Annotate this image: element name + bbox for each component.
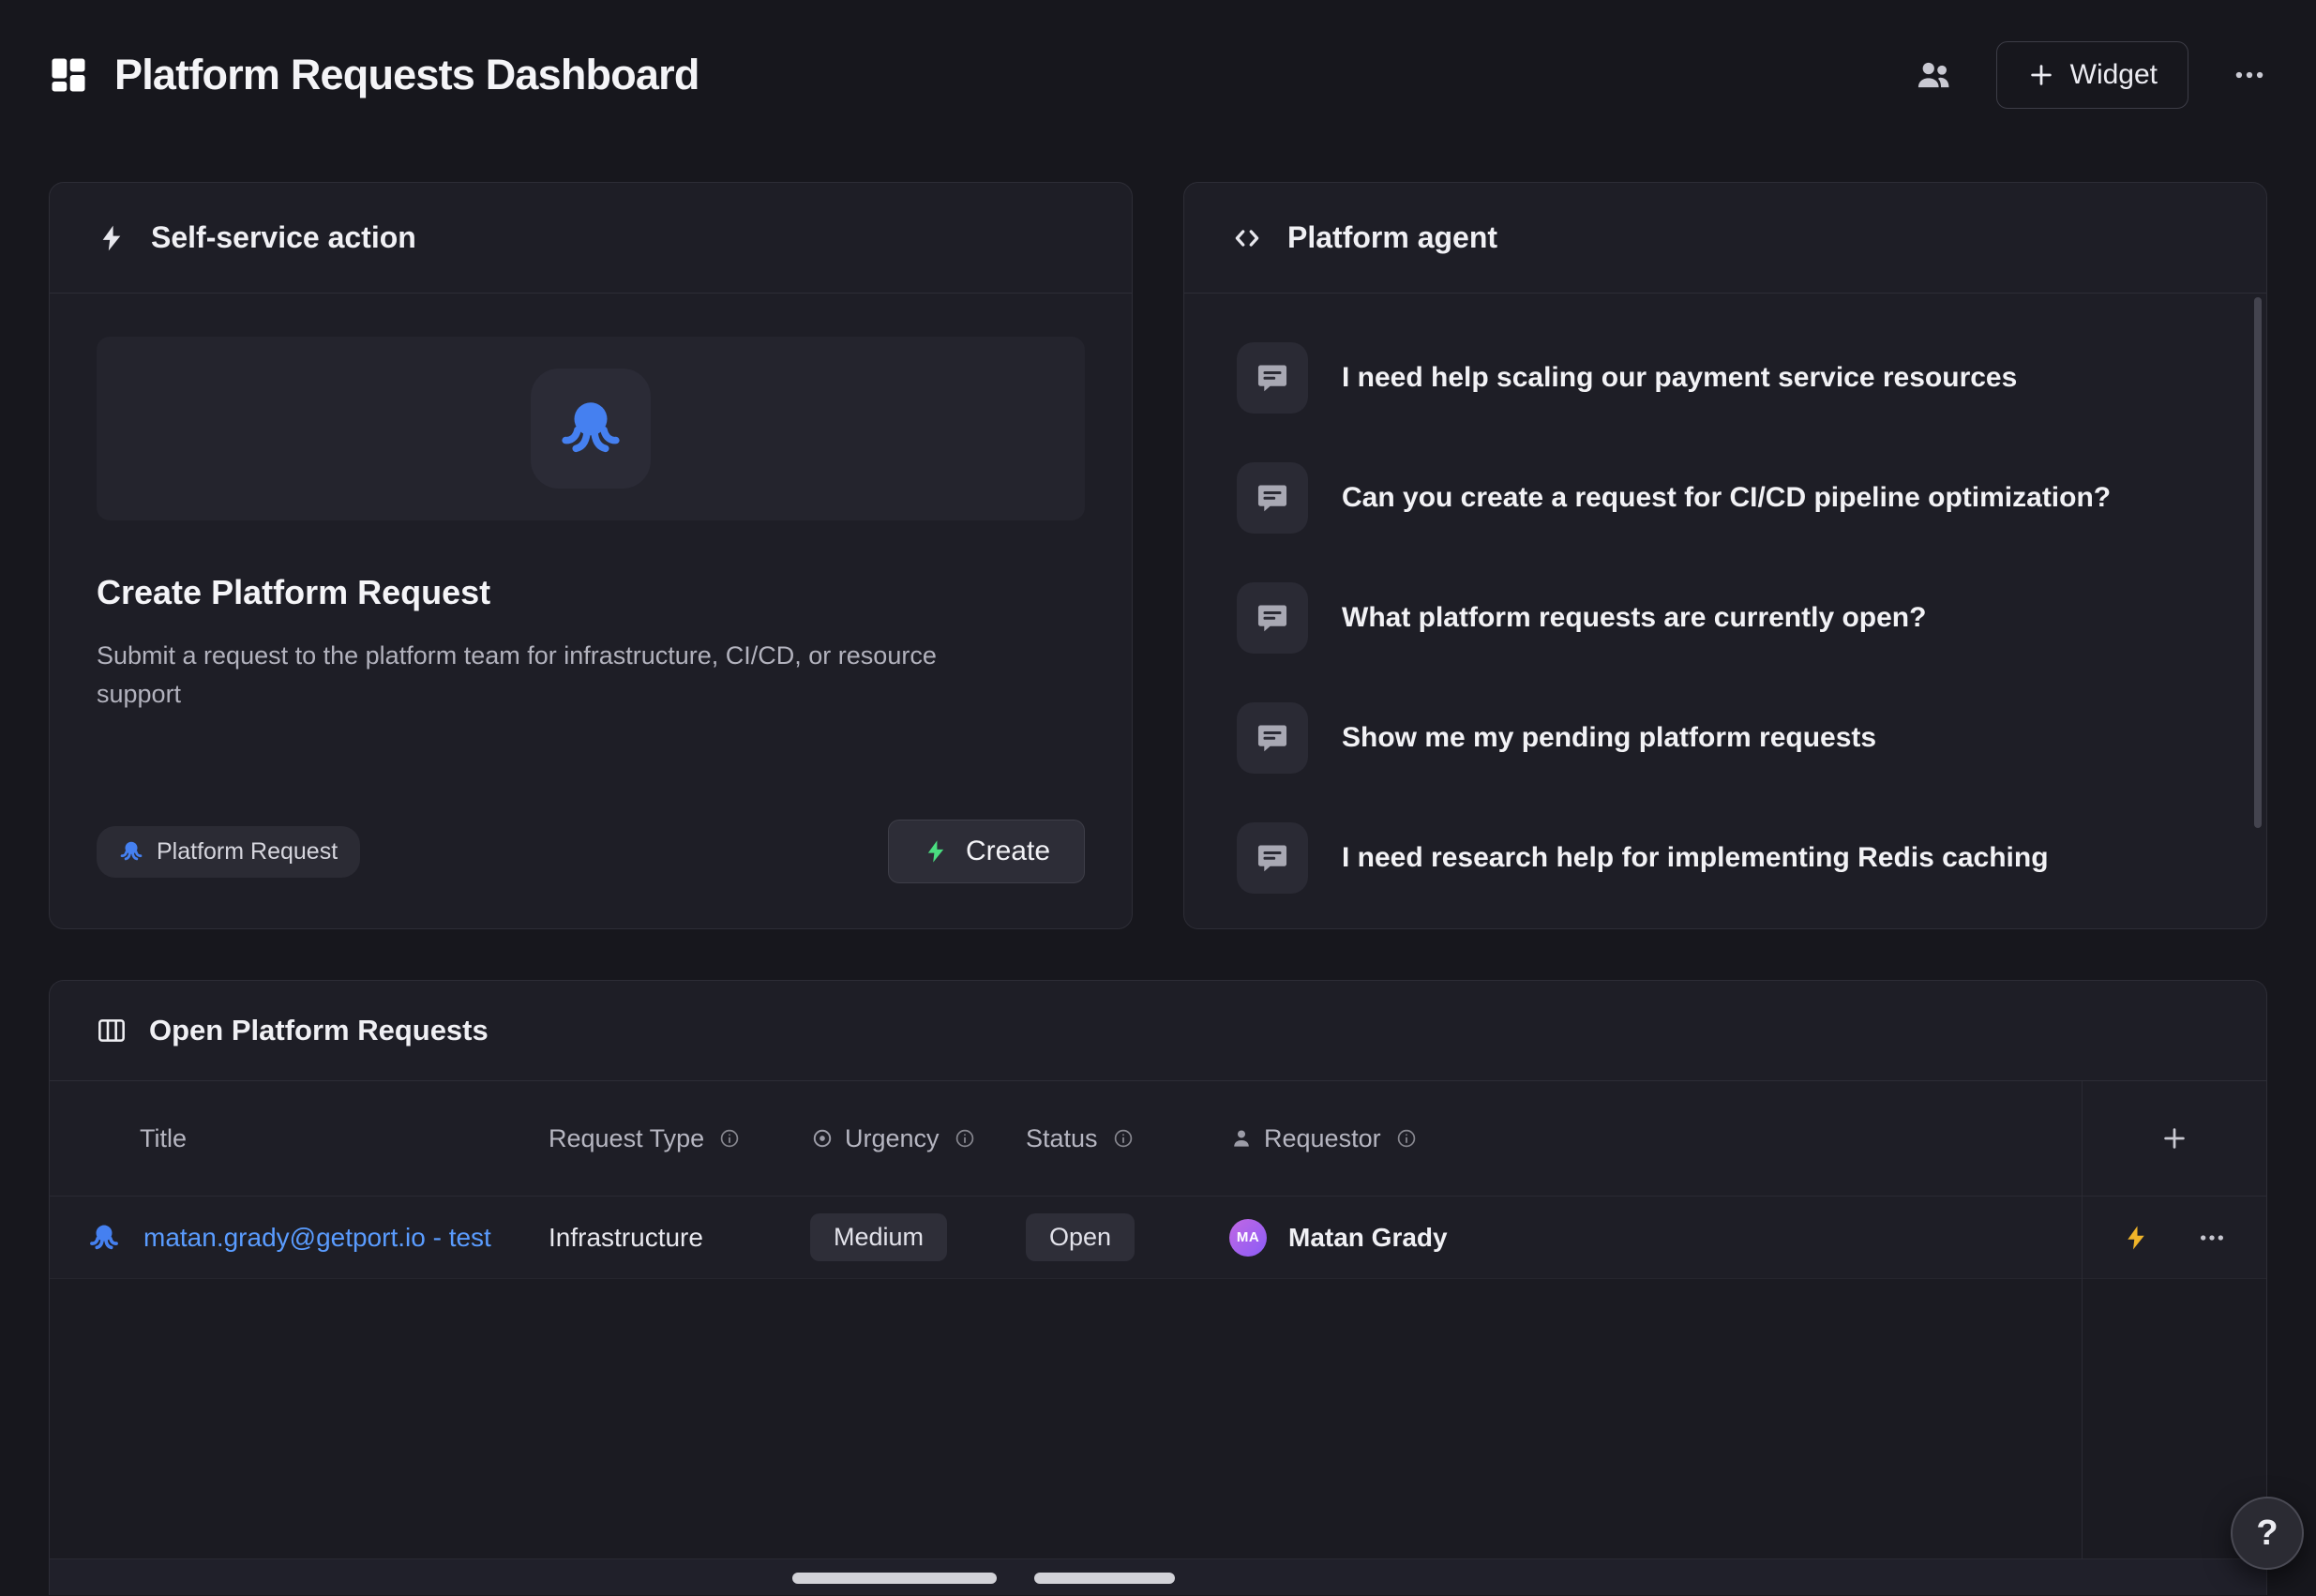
agent-suggestion-item[interactable]: What platform requests are currently ope… [1184, 558, 2266, 678]
table-icon [97, 1016, 127, 1046]
info-icon[interactable] [718, 1127, 741, 1150]
self-service-body: Create Platform Request Submit a request… [50, 294, 1132, 929]
action-preview-panel [97, 337, 1085, 520]
row-actions-cell [2083, 1223, 2266, 1253]
column-urgency-label: Urgency [845, 1124, 940, 1153]
help-button-label: ? [2256, 1513, 2278, 1554]
row-status-cell: Open [1026, 1213, 1229, 1261]
header-more-button[interactable] [2232, 57, 2267, 93]
row-request-type-cell: Infrastructure [549, 1223, 810, 1253]
open-requests-header: Open Platform Requests [50, 981, 2266, 1081]
info-icon[interactable] [954, 1127, 976, 1150]
urgency-badge: Medium [810, 1213, 947, 1261]
dashboard-grid-icon [49, 55, 88, 95]
person-icon [1229, 1126, 1254, 1151]
self-service-card-title: Self-service action [151, 220, 416, 255]
plus-icon [2027, 61, 2055, 89]
page-title: Platform Requests Dashboard [114, 51, 699, 99]
page-header: Platform Requests Dashboard Widget [0, 0, 2316, 109]
actions-column-divider [2082, 1081, 2083, 1558]
code-icon [1231, 222, 1263, 254]
row-more-button[interactable] [2197, 1223, 2227, 1253]
column-header-status: Status [1026, 1124, 1229, 1153]
chat-bubble-icon [1237, 462, 1308, 534]
requestor-avatar: MA [1229, 1219, 1267, 1257]
octopus-entity-icon [88, 1222, 120, 1254]
column-header-request-type: Request Type [549, 1124, 810, 1153]
members-button[interactable] [1914, 55, 1953, 95]
create-button-label: Create [966, 836, 1050, 867]
chat-bubble-icon [1237, 822, 1308, 894]
platform-agent-card-header: Platform agent [1184, 183, 2266, 294]
add-column-cell [2083, 1124, 2266, 1152]
agent-suggestion-item[interactable]: Show me my pending platform requests [1184, 678, 2266, 798]
column-title-label: Title [140, 1124, 187, 1153]
open-requests-card: Open Platform Requests Title Request Typ… [49, 980, 2267, 1595]
table-header-row: Title Request Type Urgency Status [50, 1081, 2266, 1197]
self-service-card: Self-service action Create Platform Requ… [49, 182, 1133, 929]
agent-suggestion-item[interactable]: Can you create a request for CI/CD pipel… [1184, 438, 2266, 558]
add-column-button[interactable] [2160, 1124, 2188, 1152]
agent-suggestion-item[interactable]: I need research help for implementing Re… [1184, 798, 2266, 918]
top-cards-row: Self-service action Create Platform Requ… [49, 182, 2267, 929]
column-request-type-label: Request Type [549, 1124, 704, 1153]
agent-suggestion-label: I need help scaling our payment service … [1342, 362, 2017, 394]
requestor-name: Matan Grady [1288, 1223, 1448, 1253]
horizontal-scrollbar-track [50, 1558, 2266, 1595]
agent-suggestion-label: Can you create a request for CI/CD pipel… [1342, 482, 2111, 514]
info-icon[interactable] [1395, 1127, 1418, 1150]
ellipsis-icon [2232, 57, 2267, 93]
status-badge: Open [1026, 1213, 1135, 1261]
octopus-logo-icon [558, 396, 624, 461]
action-logo-box [531, 369, 651, 489]
header-actions: Widget [1914, 41, 2267, 109]
column-requestor-label: Requestor [1264, 1124, 1381, 1153]
agent-suggestion-label: I need research help for implementing Re… [1342, 842, 2049, 874]
row-title-cell: matan.grady@getport.io - test [50, 1222, 549, 1254]
add-widget-button[interactable]: Widget [1996, 41, 2188, 109]
table-row[interactable]: matan.grady@getport.io - test Infrastruc… [50, 1197, 2266, 1279]
request-title-link[interactable]: matan.grady@getport.io - test [143, 1223, 491, 1253]
platform-agent-card: Platform agent I need help scaling our p… [1183, 182, 2267, 929]
help-button[interactable]: ? [2231, 1497, 2304, 1570]
lightning-icon [97, 223, 127, 253]
info-icon[interactable] [1112, 1127, 1135, 1150]
row-requestor-cell: MA Matan Grady [1229, 1219, 2083, 1257]
column-status-label: Status [1026, 1124, 1098, 1153]
row-urgency-cell: Medium [810, 1213, 1026, 1261]
action-description: Submit a request to the platform team fo… [97, 637, 1020, 714]
column-header-title: Title [50, 1124, 549, 1153]
platform-requests-dashboard-page: Platform Requests Dashboard Widget [0, 0, 2316, 1595]
chat-bubble-icon [1237, 342, 1308, 414]
action-title: Create Platform Request [97, 573, 1085, 612]
action-footer: Platform Request Create [97, 820, 1085, 883]
request-type-value: Infrastructure [549, 1223, 703, 1253]
agent-list-scrollbar[interactable] [2254, 297, 2262, 828]
people-icon [1914, 55, 1953, 95]
radio-icon [810, 1126, 835, 1151]
agent-suggestion-label: Show me my pending platform requests [1342, 722, 1876, 754]
open-requests-title: Open Platform Requests [149, 1014, 489, 1047]
agent-suggestions-list: I need help scaling our payment service … [1184, 294, 2266, 929]
octopus-tag-icon [119, 839, 143, 864]
horizontal-scrollbar-thumb[interactable] [792, 1573, 997, 1584]
platform-agent-card-title: Platform agent [1287, 220, 1497, 255]
column-header-requestor: Requestor [1229, 1124, 2083, 1153]
add-widget-label: Widget [2070, 59, 2158, 91]
agent-suggestion-label: What platform requests are currently ope… [1342, 602, 1926, 634]
table-empty-area [50, 1279, 2266, 1558]
horizontal-scrollbar-thumb[interactable] [1034, 1573, 1175, 1584]
blueprint-tag-label: Platform Request [157, 838, 338, 866]
run-action-lightning-icon[interactable] [2122, 1224, 2150, 1252]
create-button[interactable]: Create [888, 820, 1085, 883]
blueprint-tag: Platform Request [97, 826, 360, 878]
self-service-card-header: Self-service action [50, 183, 1132, 294]
chat-bubble-icon [1237, 702, 1308, 774]
agent-suggestion-item[interactable]: I need help scaling our payment service … [1184, 318, 2266, 438]
chat-bubble-icon [1237, 582, 1308, 654]
column-header-urgency: Urgency [810, 1124, 1026, 1153]
lightning-green-icon [923, 838, 949, 865]
